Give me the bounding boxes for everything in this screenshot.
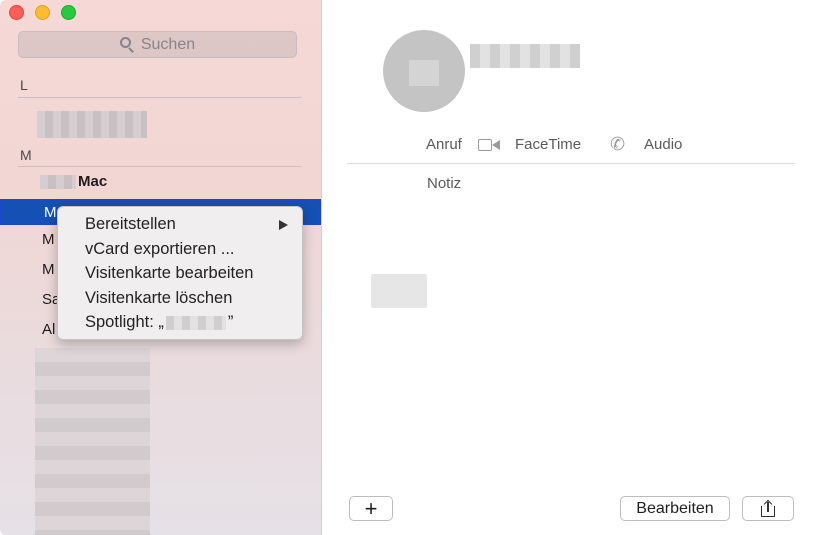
edit-button[interactable]: Bearbeiten (620, 496, 730, 521)
audio-action[interactable]: Audio (644, 136, 682, 153)
menu-item-edit-card[interactable]: Visitenkarte bearbeiten (58, 261, 302, 286)
section-header-l: L (20, 77, 28, 93)
contact-name-redacted (470, 44, 580, 68)
contact-item-mac[interactable]: Mac (0, 170, 321, 194)
contact-item[interactable]: Al (42, 321, 55, 338)
menu-item-export-vcard[interactable]: vCard exportieren ... (58, 237, 302, 262)
contact-item[interactable]: M (42, 231, 55, 248)
share-button[interactable] (742, 496, 794, 521)
note-field[interactable]: Notiz (427, 175, 461, 192)
menu-item-label: Visitenkarte löschen (85, 288, 233, 307)
context-menu: Bereitstellen vCard exportieren ... Visi… (57, 206, 303, 340)
phone-icon: ✆ (610, 134, 626, 154)
menu-item-suffix: ” (227, 313, 234, 331)
section-header-m: M (20, 147, 32, 163)
contact-list-redacted (35, 348, 150, 535)
menu-item-label: Bereitstellen (85, 215, 176, 233)
contacts-window: Suchen L M Mac M M M Sa Al Anruf FaceTim… (0, 0, 820, 535)
redacted-field (371, 274, 427, 308)
contact-name: M (44, 204, 57, 221)
menu-item-label: Spotlight: „ (85, 313, 164, 331)
search-placeholder: Suchen (140, 35, 196, 53)
share-icon (761, 499, 775, 517)
contact-item-redacted[interactable] (37, 111, 147, 138)
search-field[interactable]: Suchen (18, 31, 297, 58)
redacted-name (165, 315, 226, 330)
call-action[interactable]: Anruf (426, 136, 462, 153)
menu-item-delete-card[interactable]: Visitenkarte löschen (58, 286, 302, 311)
submenu-arrow-icon (279, 220, 288, 230)
menu-item-label: vCard exportieren ... (85, 239, 235, 258)
menu-item-label: Visitenkarte bearbeiten (85, 264, 254, 282)
menu-item-spotlight[interactable]: Spotlight: „ ” (58, 310, 302, 335)
video-camera-icon (478, 138, 502, 154)
divider (347, 163, 795, 164)
section-divider (18, 166, 301, 167)
contact-avatar (383, 30, 465, 112)
contact-name: Mac (78, 173, 108, 190)
add-contact-button[interactable]: + (349, 496, 393, 521)
contact-item[interactable]: M (42, 261, 55, 278)
minimize-window-button[interactable] (35, 5, 50, 20)
section-divider (18, 97, 301, 98)
menu-item-share[interactable]: Bereitstellen (58, 212, 302, 237)
maximize-window-button[interactable] (61, 5, 76, 20)
contact-detail-pane: Anruf FaceTime ✆ Audio Notiz + Bearbeite… (322, 0, 820, 535)
name-redacted (40, 175, 76, 189)
close-window-button[interactable] (9, 5, 24, 20)
facetime-action[interactable]: FaceTime (515, 136, 581, 153)
search-icon (119, 37, 135, 53)
